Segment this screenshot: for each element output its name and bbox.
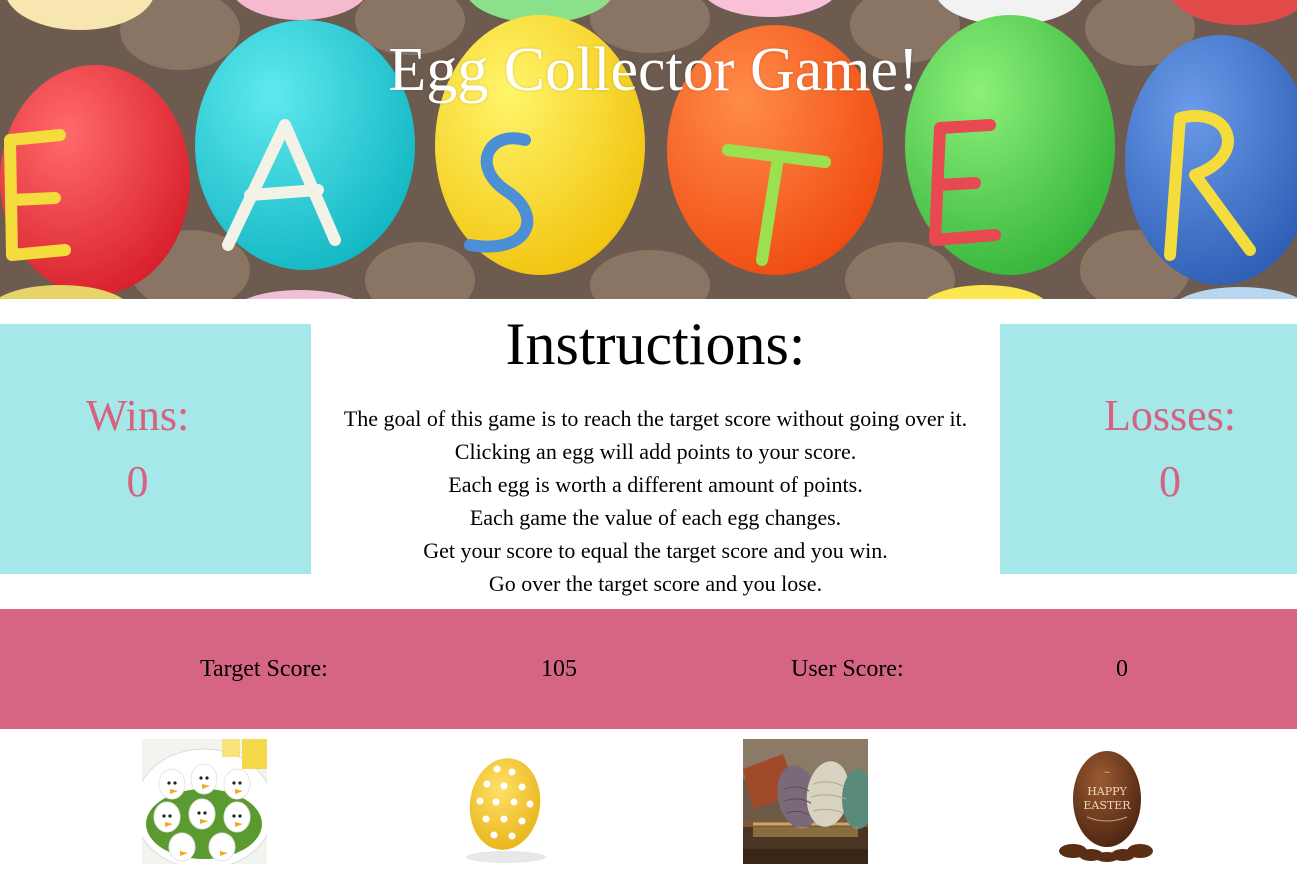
instruction-line: Go over the target score and you lose. xyxy=(488,571,823,596)
instruction-line: The goal of this game is to reach the ta… xyxy=(343,406,968,431)
instructions-text: The goal of this game is to reach the ta… xyxy=(311,402,1000,600)
instruction-line: Each egg is worth a different amount of … xyxy=(448,472,863,497)
egg-button-dragon-eggs[interactable] xyxy=(743,739,868,864)
wins-panel: Wins: 0 xyxy=(0,324,311,574)
header-banner: Egg Collector Game! xyxy=(0,0,1297,299)
chick-eggs-image xyxy=(142,739,267,864)
wins-count: 0 xyxy=(126,457,149,506)
instructions-title: Instructions: xyxy=(505,311,806,377)
score-bar: Target Score: 105 User Score: 0 xyxy=(0,609,1297,729)
losses-panel: Losses: 0 xyxy=(1000,324,1297,574)
dragon-eggs-image xyxy=(743,739,868,864)
losses-count: 0 xyxy=(1159,457,1181,506)
target-score-label: Target Score: xyxy=(200,656,328,682)
chocolate-egg-text-easter: EASTER xyxy=(1083,799,1131,812)
chocolate-egg-image: ~ HAPPY EASTER xyxy=(1043,739,1168,864)
target-score-value: 105 xyxy=(541,656,577,682)
instruction-line: Each game the value of each egg changes. xyxy=(469,505,842,530)
svg-text:~: ~ xyxy=(1103,768,1111,778)
egg-button-polka-dot[interactable] xyxy=(442,739,567,864)
egg-button-chocolate[interactable]: ~ HAPPY EASTER xyxy=(1043,739,1168,864)
instructions-section: Instructions: The goal of this game is t… xyxy=(311,306,1000,600)
chocolate-egg-text-happy: HAPPY xyxy=(1087,785,1127,798)
instruction-line: Clicking an egg will add points to your … xyxy=(454,439,857,464)
losses-label: Losses: xyxy=(1104,391,1236,440)
page-title: Egg Collector Game! xyxy=(388,36,919,104)
wins-label: Wins: xyxy=(85,391,190,440)
user-score-label: User Score: xyxy=(791,656,904,682)
instruction-line: Get your score to equal the target score… xyxy=(423,538,888,563)
user-score-value: 0 xyxy=(1116,656,1128,682)
egg-button-chick-eggs[interactable] xyxy=(142,739,267,864)
polka-dot-egg-image xyxy=(442,739,567,864)
